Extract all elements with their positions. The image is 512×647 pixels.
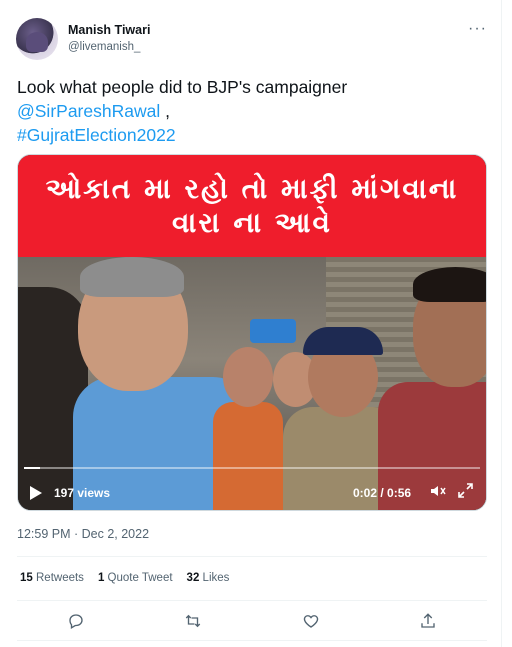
more-options-icon[interactable]: ··· — [468, 20, 487, 38]
mute-icon[interactable] — [430, 484, 446, 501]
retweets-stat[interactable]: 15 Retweets — [20, 572, 84, 584]
quotes-stat[interactable]: 1 Quote Tweet — [98, 572, 173, 584]
video-frame — [18, 257, 486, 510]
divider — [17, 600, 487, 601]
view-count: 197 views — [54, 486, 111, 500]
play-icon[interactable] — [30, 486, 42, 500]
tweet-text: Look what people did to BJP's campaigner… — [17, 75, 487, 147]
video-progress-fill — [24, 467, 41, 469]
video-time: 0:02 / 0:56 — [353, 486, 412, 500]
tweet-card: Manish Tiwari @livemanish_ ··· Look what… — [0, 0, 502, 647]
author-name[interactable]: Manish Tiwari — [68, 23, 150, 37]
tweet-text-separator: , — [160, 101, 170, 121]
engagement-stats: 15 Retweets 1 Quote Tweet 32 Likes — [20, 572, 229, 584]
video-progress-bar[interactable] — [24, 467, 480, 469]
caption-line-1: ઓકાત મા રહો તો માફી માંગવાના — [45, 172, 459, 205]
reply-icon[interactable] — [64, 609, 88, 633]
hashtag-link[interactable]: #GujratElection2022 — [17, 125, 176, 145]
video-caption-banner: ઓકાત મા રહો તો માફી માંગવાના વારા ના આવે — [18, 155, 486, 257]
fullscreen-icon[interactable] — [458, 483, 473, 501]
mention-link[interactable]: @SirPareshRawal — [17, 101, 160, 121]
video-player[interactable]: ઓકાત મા રહો તો માફી માંગવાના વારા ના આવે… — [17, 154, 487, 511]
divider — [17, 556, 487, 557]
tweet-timestamp[interactable]: 12:59 PM · Dec 2, 2022 — [17, 527, 149, 541]
retweet-icon[interactable] — [181, 609, 205, 633]
action-bar — [17, 609, 487, 633]
divider — [17, 640, 487, 641]
caption-line-2: વારા ના આવે — [172, 206, 332, 239]
likes-stat[interactable]: 32 Likes — [187, 572, 230, 584]
tweet-text-plain: Look what people did to BJP's campaigner — [17, 77, 348, 97]
like-icon[interactable] — [299, 609, 323, 633]
author-handle[interactable]: @livemanish_ — [68, 41, 140, 53]
share-icon[interactable] — [416, 609, 440, 633]
avatar[interactable] — [16, 18, 58, 60]
